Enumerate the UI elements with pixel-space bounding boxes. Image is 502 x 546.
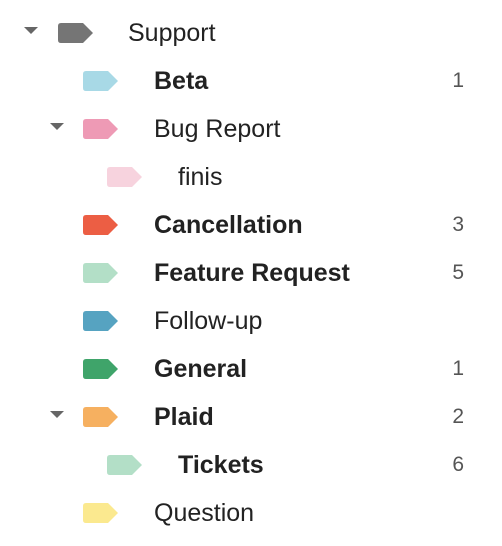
label-tag-icon bbox=[83, 71, 119, 91]
unread-count: 5 bbox=[452, 261, 464, 284]
label-name: Follow-up bbox=[154, 307, 263, 335]
label-tag-icon bbox=[58, 23, 94, 43]
label-tag-icon bbox=[83, 359, 119, 379]
caret-down-icon[interactable] bbox=[24, 27, 38, 34]
unread-count: 3 bbox=[452, 213, 464, 236]
label-item-support[interactable]: Support bbox=[0, 9, 502, 57]
label-name: Tickets bbox=[178, 451, 264, 479]
label-item-beta[interactable]: Beta 1 bbox=[0, 57, 502, 105]
label-name: Bug Report bbox=[154, 115, 281, 143]
label-name: General bbox=[154, 355, 248, 383]
label-name: Beta bbox=[154, 67, 209, 95]
label-tag-icon bbox=[83, 503, 119, 523]
label-tag-icon bbox=[107, 167, 143, 187]
label-name: Support bbox=[128, 19, 216, 47]
label-tag-icon bbox=[83, 263, 119, 283]
unread-count: 1 bbox=[452, 357, 464, 380]
label-item-tickets[interactable]: Tickets 6 bbox=[0, 441, 502, 489]
unread-count: 6 bbox=[452, 453, 464, 476]
label-tag-icon bbox=[83, 311, 119, 331]
label-item-cancellation[interactable]: Cancellation 3 bbox=[0, 201, 502, 249]
label-tag-icon bbox=[83, 215, 119, 235]
label-item-bug-report[interactable]: Bug Report bbox=[0, 105, 502, 153]
label-item-follow-up[interactable]: Follow-up bbox=[0, 297, 502, 345]
label-item-general[interactable]: General 1 bbox=[0, 345, 502, 393]
label-name: Plaid bbox=[154, 403, 214, 431]
unread-count: 1 bbox=[452, 69, 464, 92]
label-name: finis bbox=[178, 163, 223, 191]
label-item-plaid[interactable]: Plaid 2 bbox=[0, 393, 502, 441]
label-name: Cancellation bbox=[154, 211, 303, 239]
label-tree: Support Beta 1 Bug Report finis Cancellation 3… bbox=[0, 9, 502, 537]
label-name: Feature Request bbox=[154, 259, 350, 287]
label-item-finis[interactable]: finis bbox=[0, 153, 502, 201]
label-name: Question bbox=[154, 499, 255, 527]
label-tag-icon bbox=[107, 455, 143, 475]
label-item-question[interactable]: Question bbox=[0, 489, 502, 537]
label-tag-icon bbox=[83, 119, 119, 139]
caret-down-icon[interactable] bbox=[50, 411, 64, 418]
unread-count: 2 bbox=[452, 405, 464, 428]
label-tag-icon bbox=[83, 407, 119, 427]
caret-down-icon[interactable] bbox=[50, 123, 64, 130]
label-item-feature-request[interactable]: Feature Request 5 bbox=[0, 249, 502, 297]
